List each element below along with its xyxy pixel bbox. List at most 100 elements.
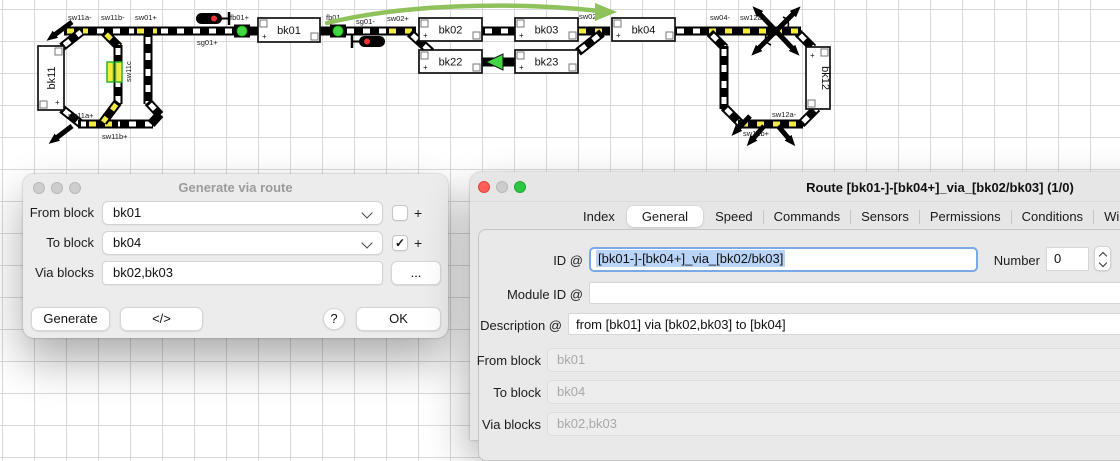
plan-label-sw02+: sw02+ bbox=[387, 14, 410, 23]
to-block-label: To block bbox=[470, 380, 541, 405]
plan-label-sw12a-: sw12a- bbox=[772, 110, 797, 119]
tab-index[interactable]: Index bbox=[573, 206, 625, 227]
block-corner-mark bbox=[421, 52, 428, 59]
close-icon[interactable] bbox=[478, 181, 490, 193]
plan-label-sw11a-: sw11a- bbox=[68, 13, 92, 22]
from-block-label: From block bbox=[23, 201, 94, 225]
to-plus-label: + bbox=[414, 231, 422, 255]
to-block-field: bk04 bbox=[547, 380, 1120, 404]
ok-button[interactable]: OK bbox=[356, 307, 441, 331]
plan-label-sg01+: sg01+ bbox=[197, 38, 218, 47]
id-label: ID @ bbox=[470, 248, 583, 273]
decoupler-icon[interactable] bbox=[107, 62, 114, 82]
to-block-combo[interactable]: bk04 bbox=[102, 231, 383, 255]
track-end-arrow[interactable] bbox=[55, 126, 72, 139]
route-properties-dialog: Route [bk01-]-[bk04+]_via_[bk02/bk03] (1… bbox=[470, 172, 1120, 440]
plan-label-sw01+: sw01+ bbox=[135, 13, 158, 22]
chevron-down-icon bbox=[361, 207, 372, 218]
block-plus-mark: + bbox=[519, 63, 524, 72]
signal-red-aspect bbox=[364, 39, 370, 45]
block-label-bk03: bk03 bbox=[535, 25, 559, 37]
description-input[interactable]: from [bk01] via [bk02,bk03] to [bk04] bbox=[568, 313, 1120, 335]
block-corner-mark bbox=[311, 33, 318, 40]
via-blocks-label: Via blocks bbox=[23, 261, 94, 285]
tab-wiring[interactable]: Wiring bbox=[1094, 206, 1120, 227]
block-label-bk22: bk22 bbox=[439, 57, 463, 69]
to-block-label: To block bbox=[23, 231, 94, 255]
block-label-bk11: bk11 bbox=[46, 66, 58, 89]
tab-speed[interactable]: Speed bbox=[705, 206, 763, 227]
generate-button[interactable]: Generate bbox=[31, 307, 110, 331]
block-corner-mark bbox=[614, 20, 621, 27]
tab-permissions[interactable]: Permissions bbox=[920, 206, 1011, 227]
module-id-input[interactable] bbox=[589, 282, 1120, 304]
block-plus-mark: + bbox=[616, 31, 621, 40]
number-input[interactable]: 0 bbox=[1046, 247, 1089, 271]
number-stepper[interactable] bbox=[1094, 246, 1111, 271]
block-label-bk12: bk12 bbox=[819, 66, 831, 90]
via-blocks-label: Via blocks bbox=[470, 412, 541, 437]
id-input[interactable]: [bk01-]-[bk04+]_via_[bk02/bk03] bbox=[589, 247, 978, 272]
xml-code-button[interactable]: </> bbox=[120, 307, 203, 331]
id-selected-text: [bk01-]-[bk04+]_via_[bk02/bk03] bbox=[596, 250, 785, 267]
maximize-icon[interactable] bbox=[69, 182, 81, 194]
block-corner-mark bbox=[808, 100, 815, 107]
block-corner-mark bbox=[473, 32, 480, 39]
plan-label-sw12b+: sw12b+ bbox=[743, 129, 770, 138]
block-corner-mark bbox=[517, 52, 524, 59]
route-direction-arrow-icon bbox=[486, 54, 503, 70]
tab-sensors[interactable]: Sensors bbox=[851, 206, 919, 227]
plan-label-sw11b+: sw11b+ bbox=[102, 132, 128, 141]
to-block-checkbox[interactable]: ✓ bbox=[392, 235, 408, 251]
from-block-field: bk01 bbox=[547, 348, 1120, 372]
feedback-sensor-icon[interactable] bbox=[237, 26, 247, 36]
signal-icon[interactable] bbox=[359, 36, 385, 47]
block-plus-mark: + bbox=[519, 31, 524, 40]
block-corner-mark bbox=[40, 101, 47, 108]
block-corner-mark bbox=[55, 48, 62, 55]
block-plus-mark: + bbox=[423, 31, 428, 40]
block-corner-mark bbox=[666, 32, 673, 39]
via-blocks-value: bk02,bk03 bbox=[113, 265, 173, 280]
maximize-icon[interactable] bbox=[514, 181, 526, 193]
minimize-icon[interactable] bbox=[496, 181, 508, 193]
route-tab-bar: Index General Speed Commands Sensors Per… bbox=[470, 204, 1120, 229]
block-plus-mark: + bbox=[810, 51, 815, 60]
chevron-down-icon bbox=[361, 237, 372, 248]
from-plus-label: + bbox=[414, 201, 422, 225]
help-button[interactable]: ? bbox=[323, 308, 345, 330]
stepper-down-icon[interactable] bbox=[1099, 259, 1107, 267]
signal-icon[interactable] bbox=[196, 13, 222, 24]
route-dialog-title: Route [bk01-]-[bk04+]_via_[bk02/bk03] (1… bbox=[470, 172, 1120, 202]
generate-via-route-dialog: Generate via route From block bk01 + To … bbox=[23, 174, 448, 338]
tab-general[interactable]: General bbox=[627, 206, 703, 227]
checkmark-icon: ✓ bbox=[395, 236, 405, 250]
plan-label-fb01+: fb01+ bbox=[230, 13, 250, 22]
block-corner-mark bbox=[517, 20, 524, 27]
tab-conditions[interactable]: Conditions bbox=[1012, 206, 1093, 227]
from-block-checkbox[interactable] bbox=[392, 205, 408, 221]
plan-label-sw11c: sw11c bbox=[124, 61, 133, 82]
track-plan[interactable]: +bk01+bk02+bk03+bk04+bk22+bk23+bk11+bk12… bbox=[0, 0, 1120, 165]
from-block-label: From block bbox=[470, 348, 541, 373]
module-id-label: Module ID @ bbox=[470, 282, 583, 307]
via-blocks-input[interactable]: bk02,bk03 bbox=[102, 261, 383, 285]
block-plus-mark: + bbox=[262, 32, 267, 41]
close-icon[interactable] bbox=[33, 182, 45, 194]
track-segment[interactable] bbox=[151, 114, 160, 124]
from-block-combo[interactable]: bk01 bbox=[102, 201, 383, 225]
block-corner-mark bbox=[569, 32, 576, 39]
via-browse-button[interactable]: ... bbox=[391, 261, 441, 285]
minimize-icon[interactable] bbox=[51, 182, 63, 194]
block-corner-mark bbox=[473, 64, 480, 71]
plan-label-sw12a+: sw12a+ bbox=[740, 13, 767, 22]
description-label: Description @ bbox=[470, 313, 562, 338]
from-block-value: bk01 bbox=[113, 205, 141, 220]
block-corner-mark bbox=[569, 64, 576, 71]
block-label-bk02: bk02 bbox=[439, 25, 463, 37]
via-blocks-field: bk02,bk03 bbox=[547, 412, 1120, 436]
feedback-sensor-icon[interactable] bbox=[333, 26, 343, 36]
decoupler-icon[interactable] bbox=[116, 62, 123, 82]
block-corner-mark bbox=[260, 20, 267, 27]
tab-commands[interactable]: Commands bbox=[764, 206, 850, 227]
